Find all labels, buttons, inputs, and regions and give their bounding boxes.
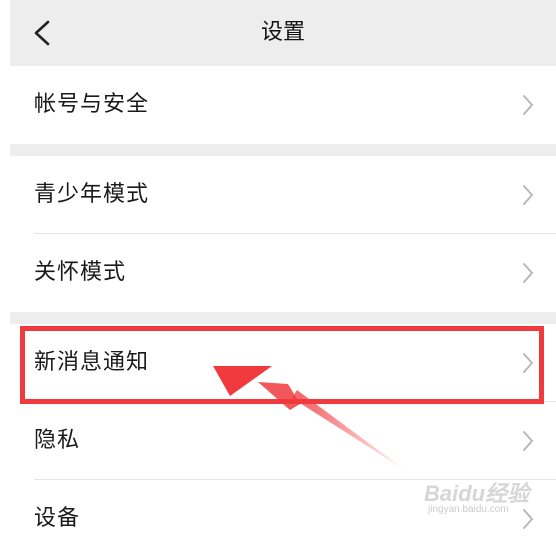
- chevron-right-icon: [523, 263, 533, 283]
- settings-item-label: 新消息通知: [34, 350, 150, 375]
- settings-item-devices[interactable]: 设备: [10, 480, 556, 558]
- chevron-right-icon: [523, 431, 533, 451]
- settings-item-new-message-notification[interactable]: 新消息通知: [10, 324, 556, 402]
- settings-item-label: 设备: [34, 506, 81, 531]
- chevron-right-icon: [523, 509, 533, 529]
- settings-page: 设置 帐号与安全 青少年模式 关怀模式 新消息通知 隐私 设备: [10, 0, 556, 558]
- settings-item-privacy[interactable]: 隐私: [10, 402, 556, 480]
- page-title: 设置: [260, 20, 305, 45]
- settings-group-general: 新消息通知 隐私 设备: [10, 324, 556, 558]
- settings-item-label: 帐号与安全: [34, 92, 150, 117]
- settings-group-account: 帐号与安全: [10, 66, 556, 144]
- settings-item-account-security[interactable]: 帐号与安全: [10, 66, 556, 144]
- settings-item-care-mode[interactable]: 关怀模式: [10, 234, 556, 312]
- chevron-right-icon: [523, 353, 533, 373]
- settings-item-label: 青少年模式: [34, 182, 150, 207]
- settings-group-modes: 青少年模式 关怀模式: [10, 156, 556, 312]
- settings-item-youth-mode[interactable]: 青少年模式: [10, 156, 556, 234]
- chevron-right-icon: [523, 95, 533, 115]
- settings-item-label: 隐私: [34, 428, 81, 453]
- top-bar: 设置: [10, 0, 556, 66]
- settings-item-label: 关怀模式: [34, 260, 127, 285]
- chevron-right-icon: [523, 185, 533, 205]
